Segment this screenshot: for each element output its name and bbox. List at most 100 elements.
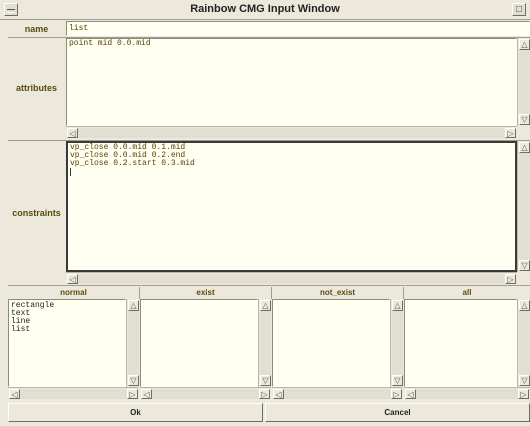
scroll-right-button[interactable]: ▷ [259, 389, 270, 399]
cmg-input-window: Rainbow CMG Input Window □ name list att… [0, 0, 530, 426]
scroll-left-button[interactable]: ◁ [405, 389, 416, 399]
arrow-left-icon: ◁ [11, 390, 18, 399]
constraints-label: constraints [12, 208, 61, 218]
scroll-down-button[interactable]: ▽ [128, 375, 139, 386]
arrow-up-icon: △ [394, 301, 401, 310]
list-exist[interactable] [140, 299, 258, 387]
constraint-line: vp_close 0.2.start 0.3.mid [70, 159, 195, 168]
attribute-line: point mid 0.0.mid [69, 39, 151, 48]
scroll-right-button[interactable]: ▷ [518, 389, 529, 399]
scroll-up-button[interactable]: △ [519, 300, 530, 311]
divider [271, 287, 272, 299]
divider [8, 285, 530, 286]
arrow-left-icon: ◁ [69, 129, 76, 138]
attributes-label: attributes [15, 83, 57, 93]
arrow-down-icon: ▽ [130, 376, 137, 385]
arrow-down-icon: ▽ [521, 115, 528, 124]
arrow-right-icon: ▷ [507, 129, 514, 138]
arrow-right-icon: ▷ [261, 390, 268, 399]
cancel-button[interactable]: Cancel [265, 403, 530, 422]
ok-button[interactable]: Ok [8, 403, 263, 422]
list-header-exist: exist [196, 288, 215, 297]
arrow-right-icon: ▷ [393, 390, 400, 399]
attributes-vscrollbar[interactable]: △ ▽ [517, 38, 530, 126]
list-all-vscrollbar[interactable]: △ ▽ [517, 299, 530, 387]
arrow-down-icon: ▽ [262, 376, 269, 385]
scroll-left-button[interactable]: ◁ [141, 389, 152, 399]
scroll-track[interactable] [128, 311, 139, 375]
scroll-track[interactable] [416, 389, 518, 399]
attributes-text: point mid 0.0.mid [69, 40, 151, 48]
scroll-track[interactable] [78, 128, 505, 138]
scroll-down-button[interactable]: ▽ [519, 260, 530, 271]
scroll-down-button[interactable]: ▽ [519, 375, 530, 386]
constraints-text: vp_close 0.0.mid 0.1.mid vp_close 0.0.mid… [70, 144, 195, 176]
arrow-up-icon: △ [130, 301, 137, 310]
scroll-up-button[interactable]: △ [392, 300, 403, 311]
arrow-up-icon: △ [521, 40, 528, 49]
arrow-right-icon: ▷ [129, 390, 136, 399]
attributes-hscrollbar[interactable]: ◁ ▷ [66, 126, 517, 138]
scroll-track[interactable] [20, 389, 127, 399]
scroll-track[interactable] [519, 50, 530, 114]
constraints-textarea[interactable]: vp_close 0.0.mid 0.1.mid vp_close 0.0.mid… [66, 141, 517, 272]
scroll-track[interactable] [284, 389, 391, 399]
arrow-left-icon: ◁ [69, 275, 76, 284]
scroll-track[interactable] [78, 274, 505, 284]
divider [403, 287, 404, 299]
list-item: list [11, 325, 31, 334]
scroll-down-button[interactable]: ▽ [519, 114, 530, 125]
title-bar[interactable]: Rainbow CMG Input Window □ [0, 0, 530, 20]
scroll-left-button[interactable]: ◁ [9, 389, 20, 399]
scroll-left-button[interactable]: ◁ [273, 389, 284, 399]
scroll-left-button[interactable]: ◁ [67, 128, 78, 138]
arrow-left-icon: ◁ [275, 390, 282, 399]
list-normal-items: rectangle text line list [11, 302, 54, 334]
name-field[interactable]: list [66, 21, 530, 36]
scroll-up-button[interactable]: △ [519, 142, 530, 153]
window-title: Rainbow CMG Input Window [190, 3, 340, 15]
constraints-hscrollbar[interactable]: ◁ ▷ [66, 272, 517, 284]
name-label: name [24, 23, 49, 34]
scroll-down-button[interactable]: ▽ [260, 375, 271, 386]
scroll-up-button[interactable]: △ [519, 39, 530, 50]
scroll-right-button[interactable]: ▷ [505, 128, 516, 138]
list-exist-vscrollbar[interactable]: △ ▽ [258, 299, 271, 387]
scroll-down-button[interactable]: ▽ [392, 375, 403, 386]
list-not-exist-hscrollbar[interactable]: ◁ ▷ [272, 387, 403, 399]
scroll-track[interactable] [392, 311, 403, 375]
list-not-exist-vscrollbar[interactable]: △ ▽ [390, 299, 403, 387]
list-exist-hscrollbar[interactable]: ◁ ▷ [140, 387, 271, 399]
scroll-track[interactable] [152, 389, 259, 399]
arrow-right-icon: ▷ [507, 275, 514, 284]
list-header-all: all [462, 288, 472, 297]
attributes-textarea[interactable]: point mid 0.0.mid [66, 38, 517, 126]
arrow-up-icon: △ [262, 301, 269, 310]
scroll-right-button[interactable]: ▷ [391, 389, 402, 399]
scroll-left-button[interactable]: ◁ [67, 274, 78, 284]
scroll-up-button[interactable]: △ [260, 300, 271, 311]
list-normal-vscrollbar[interactable]: △ ▽ [126, 299, 139, 387]
list-normal[interactable]: rectangle text line list [8, 299, 126, 387]
maximize-button[interactable]: □ [512, 3, 526, 16]
scroll-up-button[interactable]: △ [128, 300, 139, 311]
list-all-hscrollbar[interactable]: ◁ ▷ [404, 387, 530, 399]
list-normal-hscrollbar[interactable]: ◁ ▷ [8, 387, 139, 399]
scroll-right-button[interactable]: ▷ [127, 389, 138, 399]
arrow-left-icon: ◁ [407, 390, 414, 399]
list-not-exist[interactable] [272, 299, 390, 387]
scroll-right-button[interactable]: ▷ [505, 274, 516, 284]
scroll-track[interactable] [519, 153, 530, 260]
scroll-track[interactable] [519, 311, 530, 375]
text-cursor [70, 168, 71, 176]
constraints-vscrollbar[interactable]: △ ▽ [517, 141, 530, 272]
list-header-normal: normal [60, 288, 87, 297]
name-value: list [69, 24, 89, 33]
arrow-left-icon: ◁ [143, 390, 150, 399]
scroll-track[interactable] [260, 311, 271, 375]
list-all[interactable] [404, 299, 517, 387]
arrow-right-icon: ▷ [520, 390, 527, 399]
arrow-down-icon: ▽ [521, 261, 528, 270]
arrow-down-icon: ▽ [521, 376, 528, 385]
arrow-up-icon: △ [521, 143, 528, 152]
